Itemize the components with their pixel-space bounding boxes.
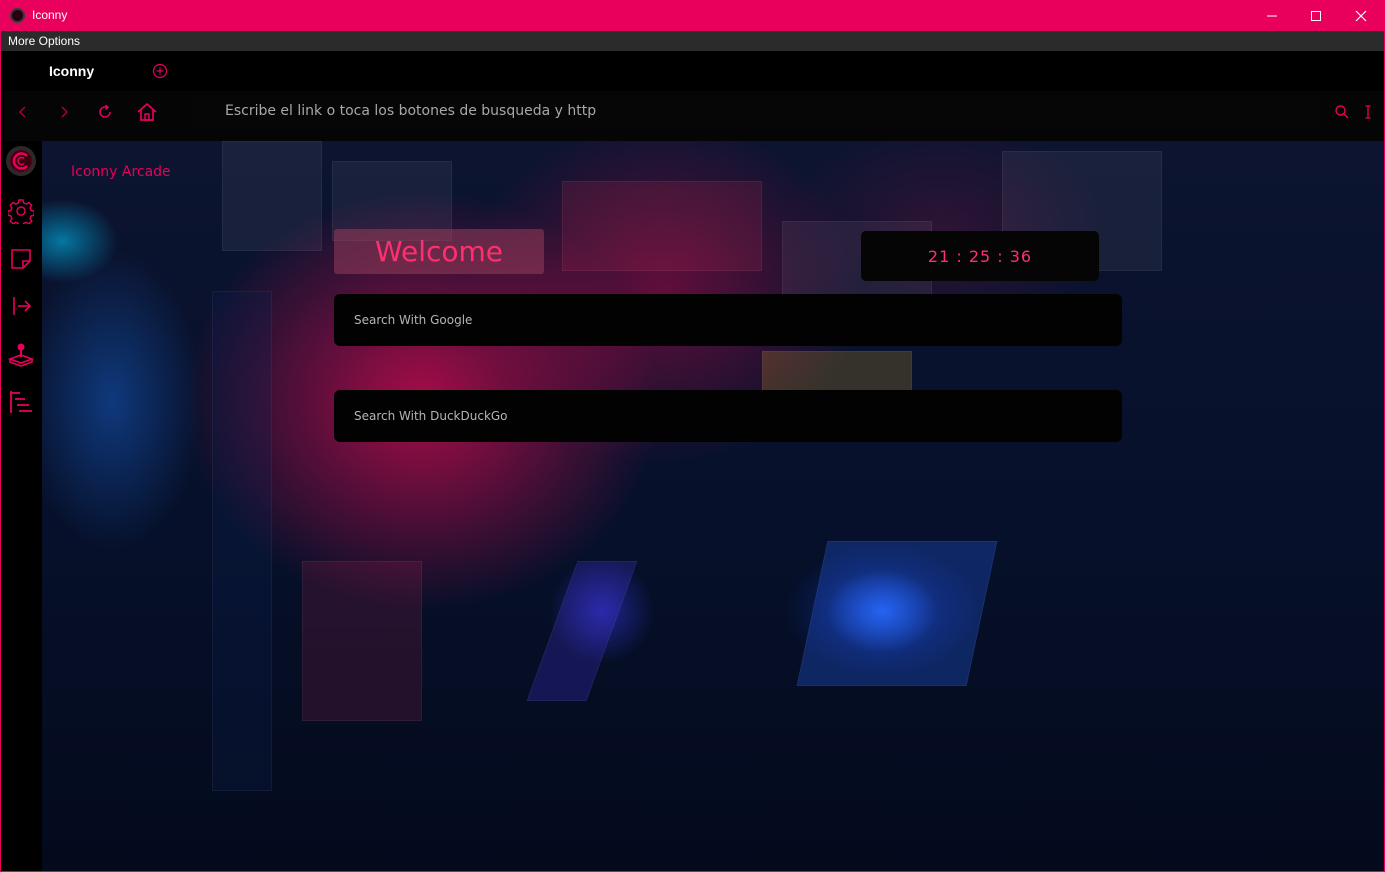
background-poster [762,351,912,391]
maximize-icon [1311,10,1321,21]
menu-bar: More Options [1,31,1384,51]
note-icon [11,249,31,269]
address-input[interactable] [191,94,1321,128]
home-icon [137,102,157,121]
settings-icon [8,199,34,224]
google-search-input[interactable] [334,294,1122,346]
list-icon [10,391,32,413]
arcade-title: Iconny Arcade [71,164,171,180]
sidebar-notes[interactable] [6,244,36,274]
google-search-box[interactable] [334,294,1122,346]
navigation-bar [1,91,1384,141]
arcade-screen [526,561,638,701]
joystick-icon [8,343,34,367]
minimize-icon [1267,15,1277,16]
background-cabinet [212,291,272,791]
http-button[interactable] [1353,95,1383,129]
sidebar [1,141,42,871]
forward-button[interactable] [46,95,82,129]
text-cursor-icon [1365,105,1371,119]
close-icon [1355,10,1367,21]
back-button[interactable] [5,95,41,129]
new-tab-plus-icon[interactable] [152,63,168,79]
browser-window: Iconny More Options Iconny Escribe el li… [0,0,1385,872]
background-poster [562,181,762,271]
duckduckgo-search-box[interactable] [334,390,1122,442]
sidebar-list[interactable] [6,387,36,417]
logo-icon [6,146,36,176]
tab-label: Iconny [49,63,95,79]
welcome-heading: Welcome [334,229,544,274]
duckduckgo-search-input[interactable] [334,390,1122,442]
sidebar-settings[interactable] [6,196,36,226]
forward-icon [61,106,68,118]
address-bar[interactable] [191,94,1321,128]
app-logo-icon [10,8,25,23]
sidebar-logo[interactable] [5,145,37,177]
maximize-button[interactable] [1293,0,1339,31]
more-options-menu[interactable]: More Options [8,34,80,48]
sidebar-exit[interactable] [6,291,36,321]
start-page: Iconny Arcade Welcome 21 : 25 : 36 [42,141,1384,871]
back-icon [19,106,26,118]
search-icon [1335,105,1349,119]
home-button[interactable] [129,95,165,129]
exit-icon [13,297,32,315]
title-bar: Iconny [1,0,1384,31]
close-button[interactable] [1338,0,1384,31]
minimize-button[interactable] [1249,0,1295,31]
refresh-button[interactable] [87,95,123,129]
window-title: Iconny [32,8,68,22]
arcade-screen [796,541,998,686]
clock-display: 21 : 25 : 36 [861,231,1099,281]
tab-strip: Iconny [1,51,1384,91]
background-poster [222,141,322,251]
tab-iconny[interactable]: Iconny [2,51,142,91]
refresh-icon [99,104,111,118]
background-poster [302,561,422,721]
sidebar-arcade[interactable] [6,340,36,370]
